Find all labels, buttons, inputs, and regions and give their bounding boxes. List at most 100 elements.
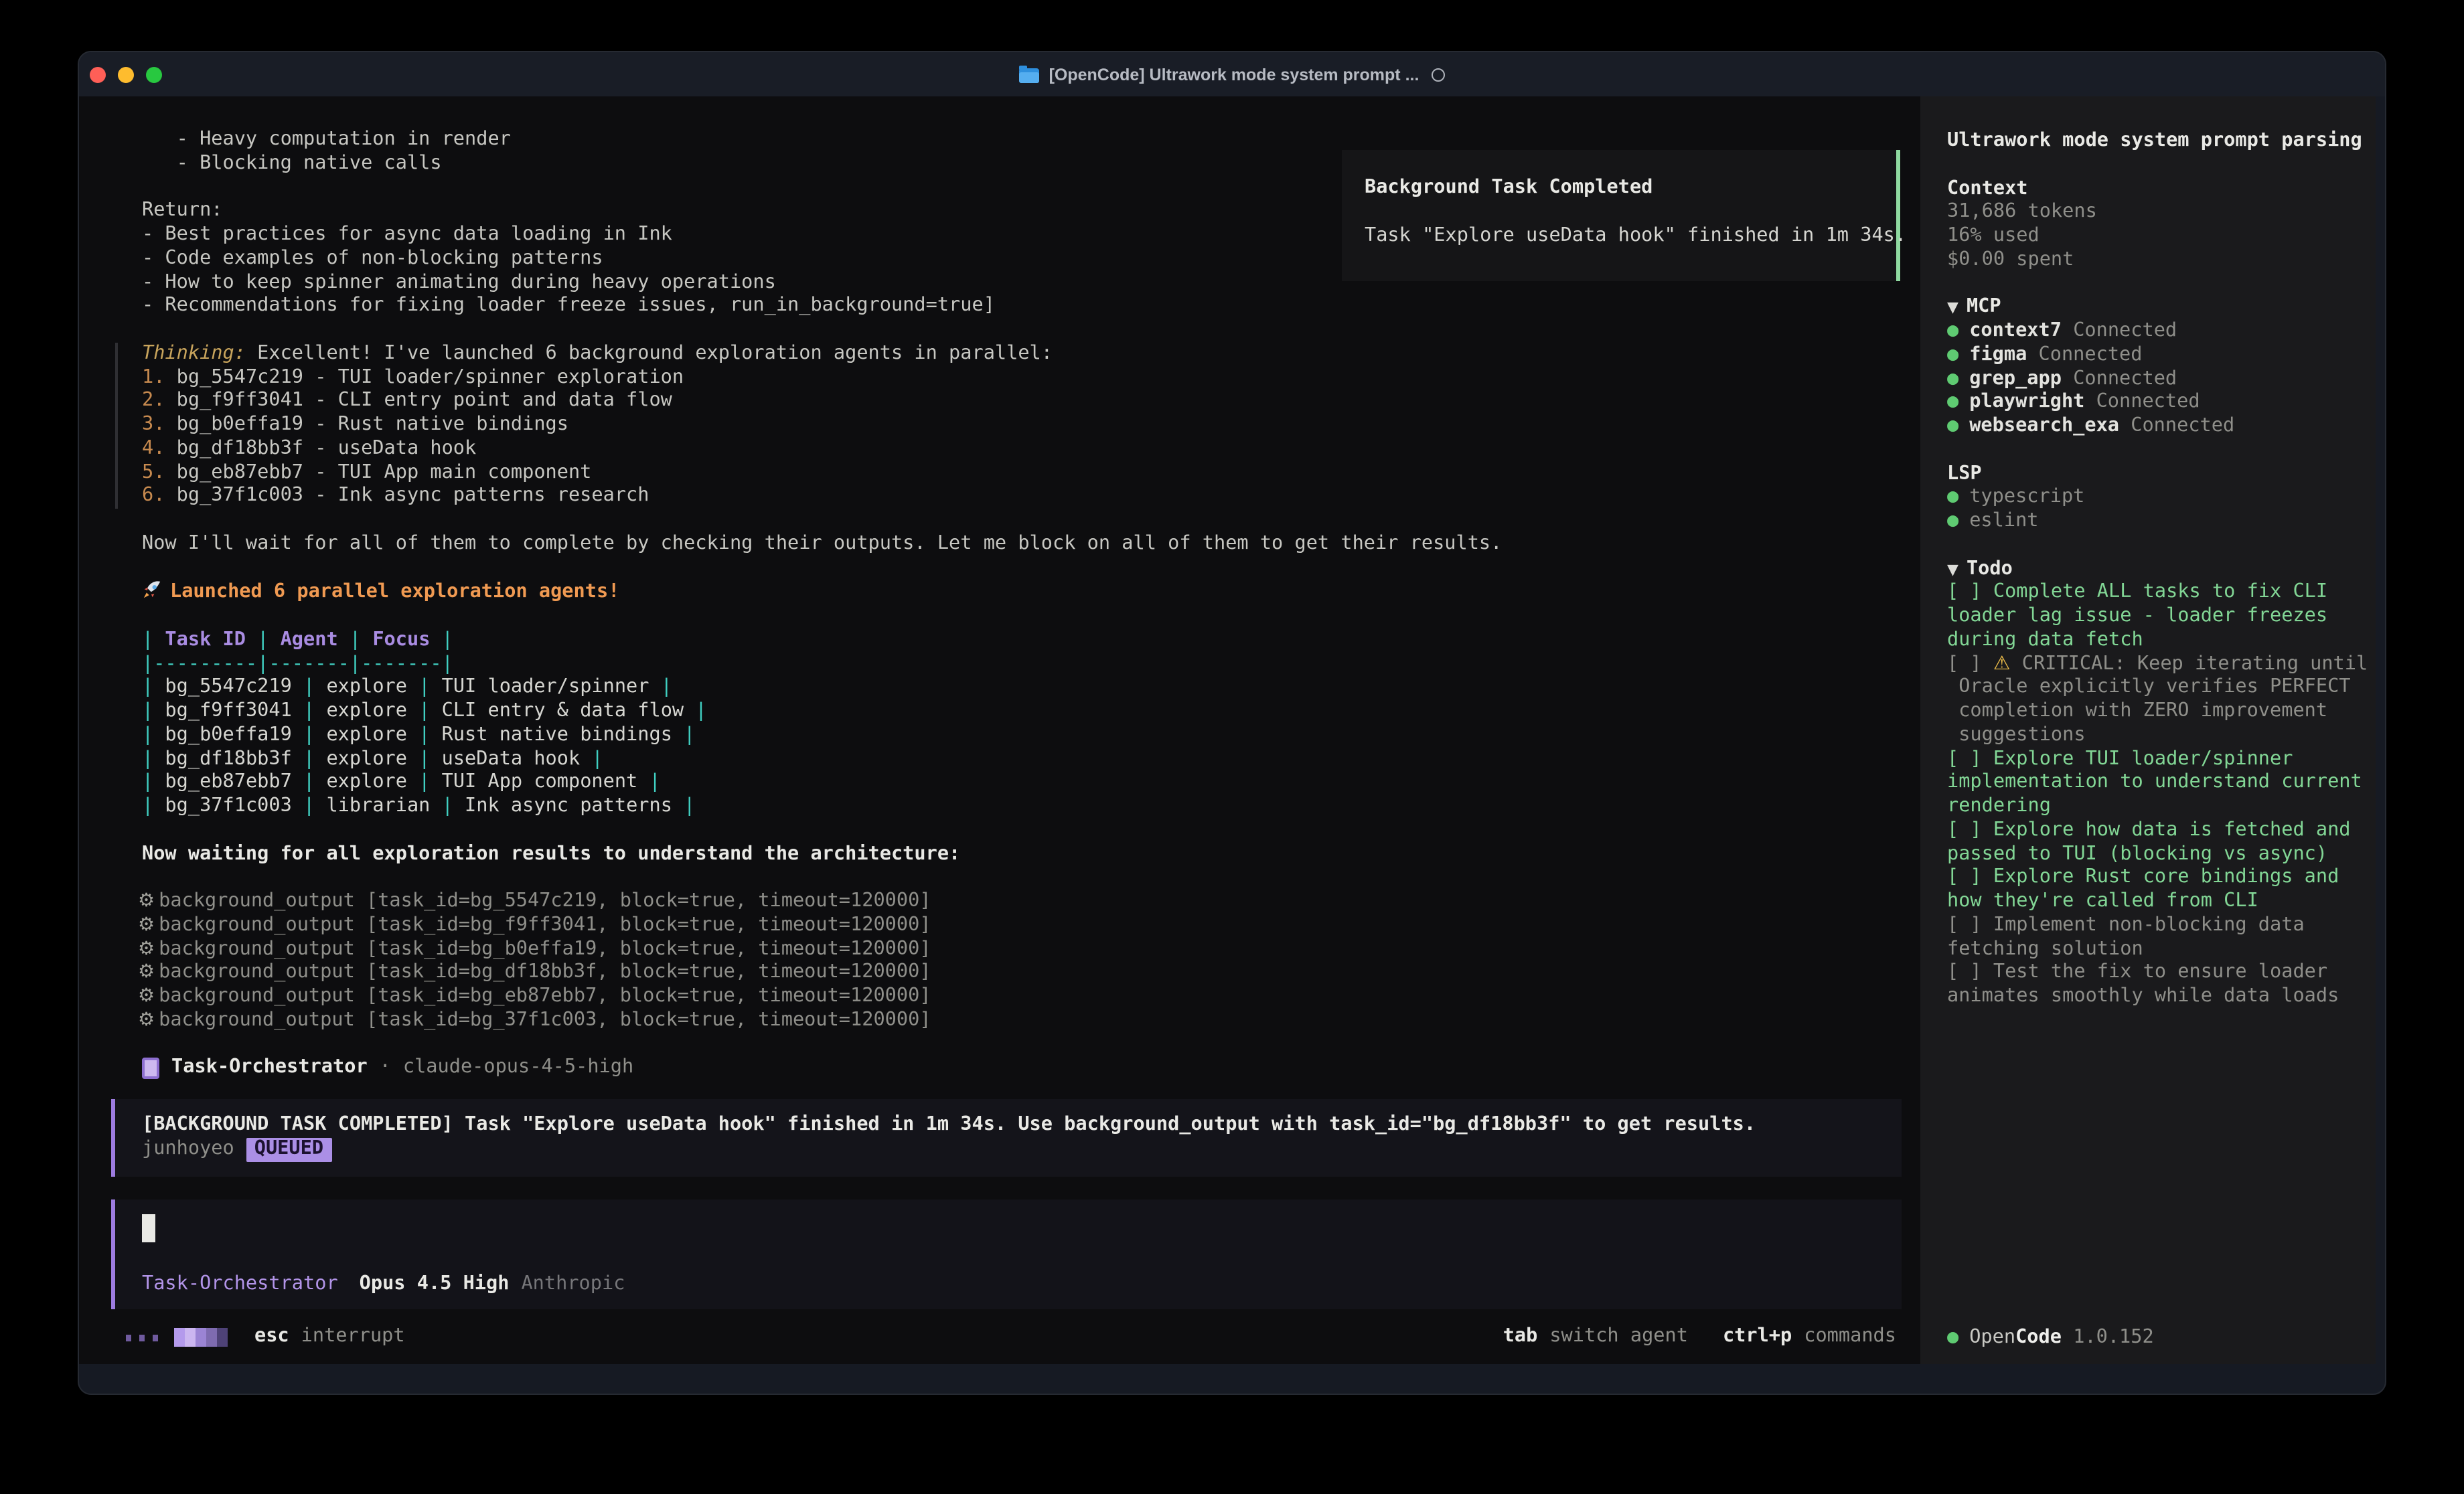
- version-row: ●OpenCode 1.0.152: [1947, 1327, 2154, 1351]
- completed-task-text: [BACKGROUND TASK COMPLETED] Task "Explor…: [142, 1114, 1902, 1138]
- context-spent: $0.00 spent: [1947, 249, 2368, 273]
- context-header: Context: [1947, 177, 2368, 201]
- table-row: | bg_f9ff3041 | explore | CLI entry & da…: [142, 700, 1903, 724]
- tab-key-hint: tab: [1503, 1325, 1538, 1347]
- screen: [OpenCode] Ultrawork mode system prompt …: [0, 0, 2464, 1494]
- toast-notification[interactable]: Background Task Completed Task "Explore …: [1342, 150, 1900, 281]
- blank-line: [142, 605, 1903, 629]
- version-number: 1.0.152: [2073, 1327, 2154, 1348]
- mcp-item: ●playwright Connected: [1947, 392, 2368, 416]
- status-dot-icon: ●: [1947, 487, 1958, 508]
- thinking-label: Thinking:: [142, 343, 246, 364]
- toast-body: Task "Explore useData hook" finished in …: [1365, 224, 1896, 248]
- todo-section-header[interactable]: ▼Todo: [1947, 558, 2368, 582]
- spinner-dot: [153, 1334, 158, 1341]
- terminal-content: - Heavy computation in render - Blocking…: [79, 96, 2376, 1364]
- blank-line: [142, 319, 1903, 343]
- gear-icon: ⚙: [138, 938, 155, 959]
- close-button[interactable]: [90, 66, 106, 82]
- lsp-section-header[interactable]: LSP: [1947, 463, 2368, 487]
- terminal-line: - Recommendations for fixing loader free…: [142, 295, 1903, 319]
- thinking-block: Thinking: Excellent! I've launched 6 bac…: [115, 343, 1903, 509]
- input-provider-name: Anthropic: [521, 1274, 625, 1298]
- minimize-button[interactable]: [118, 66, 134, 82]
- spinner-dot: [126, 1334, 131, 1341]
- input-cursor: [142, 1214, 155, 1242]
- titlebar: [OpenCode] Ultrawork mode system prompt …: [79, 52, 2385, 96]
- blank-line: [1947, 154, 2368, 178]
- thinking-item: 4. bg_df18bb3f - useData hook: [142, 438, 1903, 462]
- todo-item[interactable]: [ ] Implement non-blocking data fetching…: [1947, 914, 2368, 962]
- tool-call-line: ⚙background_output [task_id=bg_df18bb3f,…: [138, 962, 1903, 986]
- gear-icon: ⚙: [138, 962, 155, 983]
- gear-icon: ⚙: [138, 914, 155, 936]
- queued-badge: QUEUED: [246, 1138, 331, 1162]
- folder-icon: [1020, 68, 1040, 82]
- model-name: claude-opus-4-5-high: [403, 1057, 633, 1081]
- todo-item[interactable]: [ ] Explore TUI loader/spinner implement…: [1947, 748, 2368, 819]
- blank-line: [142, 509, 1903, 533]
- status-dot-icon: ●: [1947, 344, 1958, 365]
- agent-status-row: Task-Orchestrator Opus 4.5 High Anthropic: [142, 1274, 625, 1298]
- context-used: 16% used: [1947, 225, 2368, 249]
- todo-item[interactable]: [ ] Explore how data is fetched and pass…: [1947, 819, 2368, 867]
- todo-item[interactable]: [ ] ⚠ CRITICAL: Keep iterating until Ora…: [1947, 653, 2368, 748]
- tool-call-line: ⚙background_output [task_id=bg_37f1c003,…: [138, 1009, 1903, 1033]
- blank-line: [1947, 272, 2368, 297]
- status-left: esc interrupt: [126, 1325, 405, 1349]
- prompt-input[interactable]: Task-Orchestrator Opus 4.5 High Anthropic: [111, 1199, 1902, 1309]
- mcp-item: ●websearch_exa Connected: [1947, 415, 2368, 439]
- thinking-item: 3. bg_b0effa19 - Rust native bindings: [142, 414, 1903, 438]
- status-dot-icon: ●: [1947, 415, 1958, 436]
- window-title: [OpenCode] Ultrawork mode system prompt …: [1049, 65, 1419, 84]
- lsp-item: ●typescript: [1947, 487, 2368, 511]
- sidebar: Ultrawork mode system prompt parsing Con…: [1920, 96, 2376, 1364]
- warning-icon: ⚠: [1993, 653, 2011, 674]
- toast-title: Background Task Completed: [1365, 177, 1896, 201]
- activity-circle-icon: [1431, 68, 1444, 81]
- todo-item[interactable]: [ ] Complete ALL tasks to fix CLI loader…: [1947, 582, 2368, 653]
- launched-text: Launched 6 parallel exploration agents!: [170, 582, 619, 603]
- window-title-area: [OpenCode] Ultrawork mode system prompt …: [1020, 65, 1445, 84]
- status-dot-icon: ●: [1947, 367, 1958, 389]
- mcp-item: ●context7 Connected: [1947, 320, 2368, 344]
- spinner-icon: [174, 1328, 228, 1347]
- input-agent-name[interactable]: Task-Orchestrator: [142, 1274, 338, 1298]
- status-dot-icon: ●: [1947, 392, 1958, 413]
- completed-task-meta: junhoyeoQUEUED: [142, 1138, 1902, 1162]
- lsp-item: ●eslint: [1947, 510, 2368, 534]
- table-row: | bg_eb87ebb7 | explore | TUI App compon…: [142, 772, 1903, 796]
- thinking-item: 2. bg_f9ff3041 - CLI entry point and dat…: [142, 390, 1903, 414]
- table-row: | bg_5547c219 | explore | TUI loader/spi…: [142, 677, 1903, 701]
- agent-name: Task-Orchestrator: [171, 1057, 368, 1081]
- main-pane: - Heavy computation in render - Blocking…: [79, 96, 1903, 1364]
- terminal-window: [OpenCode] Ultrawork mode system prompt …: [78, 51, 2386, 1395]
- thinking-item: 6. bg_37f1c003 - Ink async patterns rese…: [142, 485, 1903, 509]
- gear-icon: ⚙: [138, 890, 155, 912]
- commands-label: commands: [1804, 1325, 1896, 1347]
- traffic-lights: [90, 52, 162, 96]
- todo-item[interactable]: [ ] Test the fix to ensure loader animat…: [1947, 962, 2368, 1009]
- zoom-button[interactable]: [146, 66, 162, 82]
- mcp-item: ●figma Connected: [1947, 344, 2368, 368]
- input-model-name[interactable]: Opus 4.5 High: [360, 1274, 510, 1298]
- status-dot-icon: ●: [1947, 1327, 1958, 1348]
- tool-call-line: ⚙background_output [task_id=bg_b0effa19,…: [138, 938, 1903, 962]
- switch-agent-label: switch agent: [1549, 1325, 1688, 1347]
- status-bar: escinterrupt tabswitch agentctrl+pcomman…: [126, 1325, 1896, 1349]
- agent-icon: [142, 1058, 159, 1079]
- esc-key-hint: esc: [254, 1325, 289, 1349]
- table-row: | bg_37f1c003 | librarian | Ink async pa…: [142, 795, 1903, 819]
- table-row: | bg_b0effa19 | explore | Rust native bi…: [142, 724, 1903, 748]
- rocket-line: Launched 6 parallel exploration agents!: [142, 580, 1903, 606]
- todo-item[interactable]: [ ] Explore Rust core bindings and how t…: [1947, 867, 2368, 914]
- mcp-section-header[interactable]: ▼MCP: [1947, 297, 2368, 321]
- completed-task-box: [BACKGROUND TASK COMPLETED] Task "Explor…: [111, 1099, 1902, 1177]
- sidebar-title: Ultrawork mode system prompt parsing: [1947, 130, 2368, 154]
- blank-line: [1947, 439, 2368, 463]
- status-right: tabswitch agentctrl+pcommands: [1365, 1302, 1896, 1364]
- chevron-down-icon: ▼: [1947, 560, 1958, 578]
- interrupt-label: interrupt: [301, 1325, 405, 1349]
- terminal-line: - Heavy computation in render: [142, 129, 1903, 153]
- blank-line: [1947, 534, 2368, 558]
